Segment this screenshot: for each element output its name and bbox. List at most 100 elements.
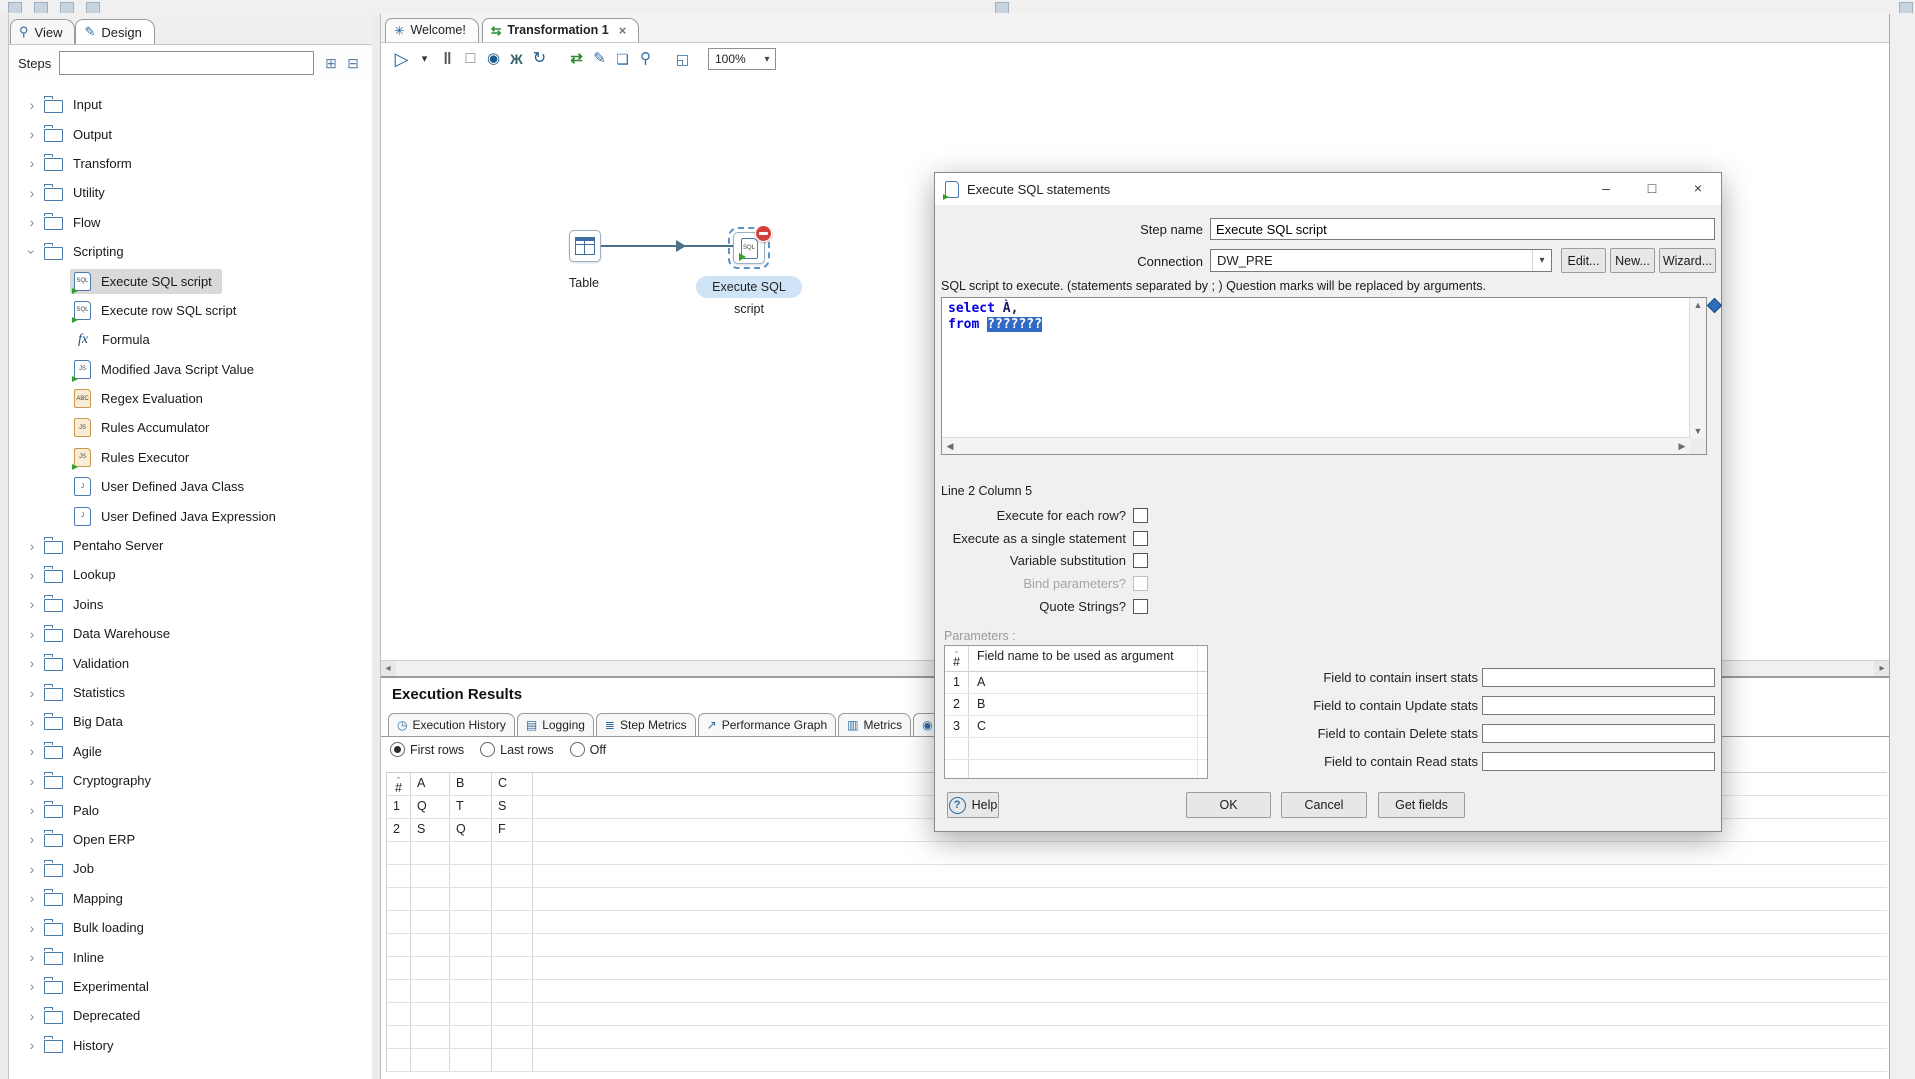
palette-folder-palo[interactable]: ›Palo <box>8 795 372 824</box>
chevron-icon[interactable]: › <box>24 155 40 171</box>
wizard-connection-button[interactable]: Wizard... <box>1659 248 1716 273</box>
palette-folder-utility[interactable]: ›Utility <box>8 178 372 207</box>
impact-analysis-icon[interactable]: ✎ <box>588 44 611 74</box>
dialog-title-bar[interactable]: Execute SQL statements –□× <box>935 173 1721 205</box>
chevron-icon[interactable]: › <box>24 861 40 877</box>
close-button[interactable]: × <box>1675 173 1721 205</box>
chevron-icon[interactable]: › <box>24 890 40 906</box>
palette-tab-design[interactable]: ✎Design <box>75 19 154 44</box>
palette-step-execute-sql-script[interactable]: SQLExecute SQL script <box>8 266 372 295</box>
palette-folder-experimental[interactable]: ›Experimental <box>8 972 372 1001</box>
stat-field-input[interactable] <box>1482 752 1715 771</box>
palette-folder-output[interactable]: ›Output <box>8 119 372 148</box>
chevron-icon[interactable]: › <box>24 126 40 142</box>
generate-sql-icon[interactable]: ❏ <box>611 44 634 74</box>
zoom-combo[interactable]: 100%▾ <box>708 48 776 70</box>
scroll-up-icon[interactable]: ▲ <box>1690 298 1706 312</box>
palette-step-execute-row-sql-script[interactable]: SQLExecute row SQL script <box>8 296 372 325</box>
chevron-icon[interactable]: › <box>24 802 40 818</box>
table-row-empty[interactable] <box>945 760 1207 779</box>
table-row[interactable]: 2B <box>945 694 1207 716</box>
chevron-icon[interactable]: › <box>24 1037 40 1053</box>
connection-combo[interactable]: DW_PRE ▾ <box>1210 249 1552 272</box>
palette-folder-history[interactable]: ›History <box>8 1031 372 1060</box>
palette-tab-view[interactable]: ⚲View <box>10 19 75 44</box>
palette-folder-statistics[interactable]: ›Statistics <box>8 678 372 707</box>
palette-step-rules-executor[interactable]: JSRules Executor <box>8 443 372 472</box>
palette-folder-job[interactable]: ›Job <box>8 854 372 883</box>
radio-first-rows[interactable]: First rows <box>390 742 464 757</box>
debug-icon[interactable]: Ж <box>505 44 528 74</box>
chevron-icon[interactable]: › <box>24 655 40 671</box>
palette-folder-mapping[interactable]: ›Mapping <box>8 884 372 913</box>
steps-search-input[interactable] <box>59 51 314 75</box>
sql-editor[interactable]: select À, from ??????? ▲ ▼ ◀ ▶ <box>941 297 1707 455</box>
radio-icon[interactable] <box>480 742 495 757</box>
scroll-right-icon[interactable]: ▶ <box>1674 439 1690 453</box>
explore-database-icon[interactable]: ⚲ <box>634 44 657 74</box>
palette-step-regex-evaluation[interactable]: ABCRegex Evaluation <box>8 384 372 413</box>
palette-folder-agile[interactable]: ›Agile <box>8 737 372 766</box>
tab-transformation-1[interactable]: ⇆Transformation 1× <box>482 18 640 42</box>
palette-folder-flow[interactable]: ›Flow <box>8 208 372 237</box>
preview-icon[interactable]: ◉ <box>482 44 505 74</box>
new-connection-button[interactable]: New... <box>1610 248 1655 273</box>
run-options-caret-icon[interactable]: ▾ <box>413 44 436 74</box>
chevron-icon[interactable]: › <box>24 567 40 583</box>
palette-folder-data-warehouse[interactable]: ›Data Warehouse <box>8 619 372 648</box>
palette-folder-open-erp[interactable]: ›Open ERP <box>8 825 372 854</box>
checkbox[interactable] <box>1133 599 1148 614</box>
chevron-icon[interactable]: › <box>24 949 40 965</box>
checkbox[interactable] <box>1133 553 1148 568</box>
table-row[interactable]: 1A <box>945 672 1207 694</box>
panel-splitter[interactable] <box>372 14 381 1079</box>
get-fields-button[interactable]: Get fields <box>1378 792 1465 818</box>
chevron-icon[interactable]: › <box>24 685 40 701</box>
chevron-down-icon[interactable]: ▾ <box>1532 250 1551 271</box>
field-name-cell[interactable] <box>969 760 1198 779</box>
replay-icon[interactable]: ↻ <box>528 44 551 74</box>
collapse-all-icon[interactable]: ⊟ <box>344 55 362 72</box>
chevron-icon[interactable]: › <box>24 831 40 847</box>
chevron-icon[interactable]: › <box>24 596 40 612</box>
chevron-icon[interactable]: › <box>24 214 40 230</box>
help-button[interactable]: ? Help <box>947 792 999 818</box>
results-tab-step-metrics[interactable]: ≣Step Metrics <box>596 713 696 736</box>
chevron-icon[interactable]: › <box>24 773 40 789</box>
scroll-down-icon[interactable]: ▼ <box>1690 424 1706 438</box>
expand-all-icon[interactable]: ⊞ <box>322 55 340 72</box>
sql-horizontal-scrollbar[interactable]: ◀ ▶ <box>942 437 1690 454</box>
table-row[interactable]: 3C <box>945 716 1207 738</box>
palette-folder-pentaho-server[interactable]: ›Pentaho Server <box>8 531 372 560</box>
field-name-cell[interactable]: B <box>969 694 1198 715</box>
stat-field-input[interactable] <box>1482 696 1715 715</box>
sql-text[interactable]: select À, from ??????? <box>942 298 1690 438</box>
chevron-icon[interactable]: › <box>24 244 40 260</box>
palette-folder-input[interactable]: ›Input <box>8 90 372 119</box>
close-tab-icon[interactable]: × <box>619 23 627 38</box>
chevron-icon[interactable]: › <box>24 920 40 936</box>
chevron-down-icon[interactable]: ▾ <box>759 54 775 65</box>
palette-folder-lookup[interactable]: ›Lookup <box>8 560 372 589</box>
stat-field-input[interactable] <box>1482 724 1715 743</box>
palette-folder-inline[interactable]: ›Inline <box>8 942 372 971</box>
palette-folder-validation[interactable]: ›Validation <box>8 648 372 677</box>
step-name-input[interactable] <box>1210 218 1715 240</box>
stop-icon[interactable]: □ <box>459 44 482 74</box>
step-node-execute-sql-script[interactable]: SQL <box>733 232 765 264</box>
radio-icon[interactable] <box>570 742 585 757</box>
palette-folder-deprecated[interactable]: ›Deprecated <box>8 1001 372 1030</box>
verify-transformation-icon[interactable]: ⇄ <box>565 44 588 74</box>
chevron-icon[interactable]: › <box>24 538 40 554</box>
stat-field-input[interactable] <box>1482 668 1715 687</box>
field-name-cell[interactable]: A <box>969 672 1198 693</box>
scroll-left-icon[interactable]: ◀ <box>942 439 958 453</box>
palette-step-rules-accumulator[interactable]: JSRules Accumulator <box>8 413 372 442</box>
minimize-button[interactable]: – <box>1583 173 1629 205</box>
maximize-button[interactable]: □ <box>1629 173 1675 205</box>
palette-folder-joins[interactable]: ›Joins <box>8 590 372 619</box>
chevron-icon[interactable]: › <box>24 743 40 759</box>
scroll-right-icon[interactable]: ▸ <box>1874 661 1890 677</box>
ok-button[interactable]: OK <box>1186 792 1271 818</box>
edit-connection-button[interactable]: Edit... <box>1561 248 1606 273</box>
